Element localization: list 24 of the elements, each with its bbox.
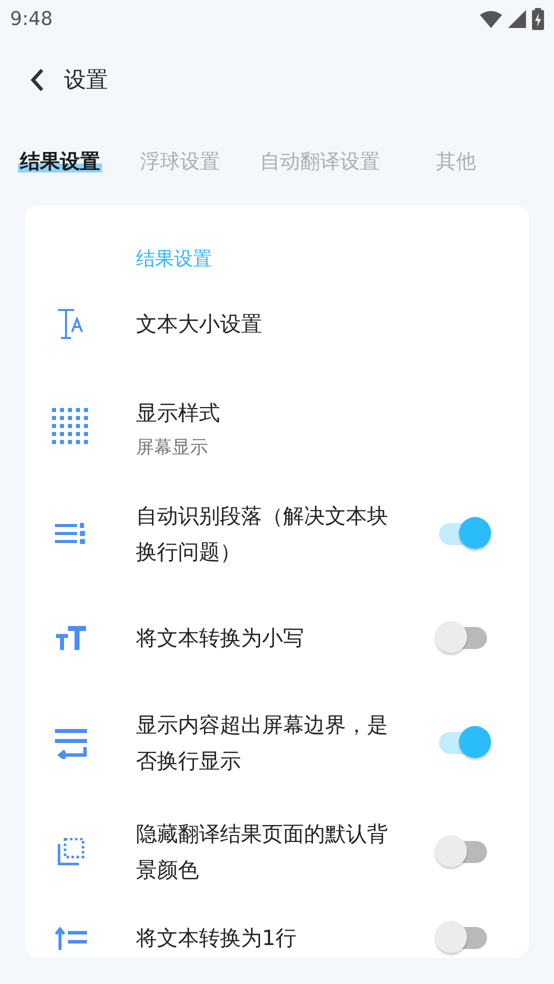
wifi-icon [480,10,502,28]
tab[interactable]: 其他 [434,148,478,174]
tab[interactable]: 浮球设置 [138,148,222,174]
battery-icon [532,8,544,30]
line-spacing-icon [55,926,87,950]
dotted-grid-icon [52,408,90,446]
numbered-list-icon [55,522,87,546]
tab[interactable]: 自动翻译设置 [258,148,382,174]
status-time: 9:48 [10,8,53,30]
section-title: 结果设置 [136,247,213,272]
setting-label: 将文本转换为1行 [136,925,298,952]
page-title: 设置 [64,67,108,95]
text-case-icon [56,626,86,650]
setting-label: 显示样式 [136,400,221,427]
setting-label: 隐藏翻译结果页面的默认背景颜色 [136,821,389,884]
text-size-icon [56,308,86,340]
wrap-lines-icon [55,726,87,758]
setting-label: 将文本转换为小写 [136,624,305,652]
dotted-square-icon [57,838,85,866]
setting-label: 显示内容超出屏幕边界，是否换行显示 [136,712,389,774]
setting-value: 屏幕显示 [136,436,209,459]
signal-icon [508,10,526,28]
setting-label: 自动识别段落（解决文本块换行问题） [136,502,389,566]
setting-label: 文本大小设置 [136,310,263,338]
